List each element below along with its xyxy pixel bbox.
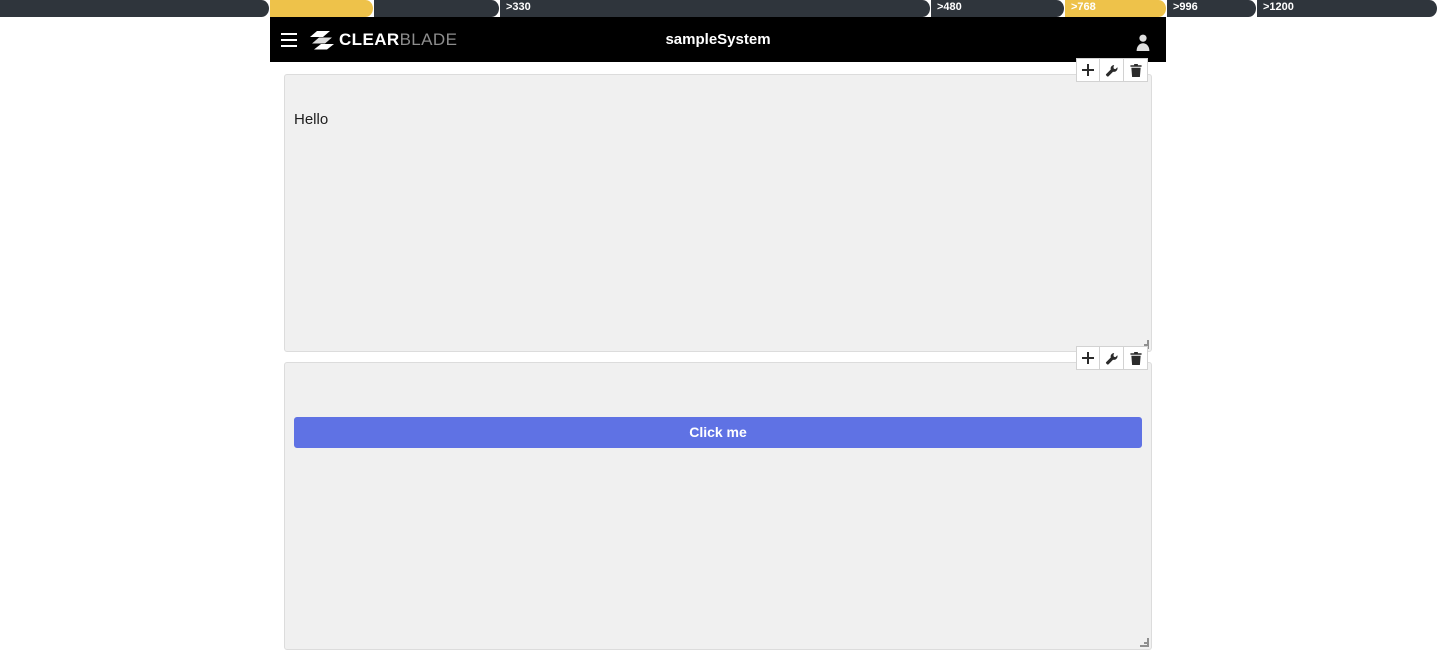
app-preview-frame: CLEARBLADE sampleSystem Hello Click me [270, 17, 1166, 650]
resize-grip-icon[interactable] [1138, 636, 1150, 648]
button-widget-body: Click me [285, 363, 1151, 649]
hamburger-icon[interactable] [281, 32, 297, 47]
app-header: CLEARBLADE sampleSystem [270, 17, 1166, 62]
breakpoint-segment-gt768[interactable]: >768 [1065, 0, 1167, 17]
text-widget-panel[interactable]: Hello [284, 58, 1152, 352]
breakpoint-label: >330 [506, 1, 531, 13]
breakpoint-segment[interactable] [374, 0, 500, 17]
hamburger-bar [281, 32, 297, 35]
breakpoint-label: >1200 [1263, 1, 1294, 13]
breakpoint-label: >480 [937, 1, 962, 13]
breakpoint-segment-gt996[interactable]: >996 [1167, 0, 1257, 17]
breakpoint-segment-gt1200[interactable]: >1200 [1257, 0, 1438, 17]
breakpoint-label: >768 [1071, 1, 1096, 13]
brand-word-clear: CLEAR [339, 30, 400, 49]
click-me-button[interactable]: Click me [294, 417, 1142, 448]
breakpoint-segment-gt480[interactable]: >480 [931, 0, 1065, 17]
brand-word-blade: BLADE [399, 30, 458, 49]
breakpoint-segment[interactable] [270, 0, 374, 17]
responsive-breakpoint-bar: >330 >480 >768 >996 >1200 [0, 0, 1438, 17]
button-widget-panel[interactable]: Click me [284, 346, 1152, 650]
text-widget-content: Hello [294, 111, 329, 128]
breakpoint-segment[interactable] [0, 0, 270, 17]
brand-wordmark: CLEARBLADE [339, 31, 457, 48]
clearblade-mark-icon [310, 30, 336, 50]
breakpoint-segment-gt330[interactable]: >330 [500, 0, 931, 17]
hamburger-bar [281, 44, 297, 47]
user-account-icon[interactable] [1134, 33, 1152, 51]
text-widget-body: Hello [285, 75, 1151, 351]
hamburger-bar [281, 38, 297, 41]
clearblade-logo[interactable]: CLEARBLADE [310, 30, 457, 50]
breakpoint-label: >996 [1173, 1, 1198, 13]
